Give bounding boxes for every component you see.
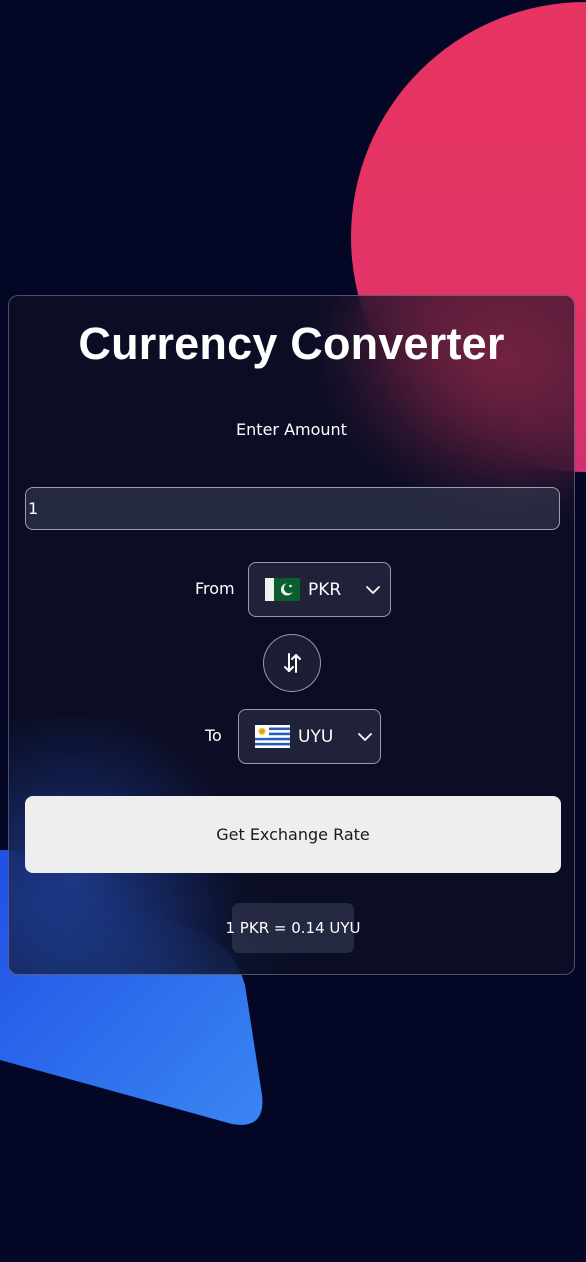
uruguay-flag-icon bbox=[255, 725, 290, 748]
swap-arrows-icon bbox=[284, 653, 301, 673]
exchange-rate-result: 1 PKR = 0.14 UYU bbox=[226, 903, 361, 953]
page-title: Currency Converter bbox=[78, 318, 505, 369]
from-currency-code: PKR bbox=[308, 579, 342, 600]
chevron-down-icon bbox=[366, 585, 381, 594]
get-exchange-rate-button[interactable]: Get Exchange Rate bbox=[25, 796, 561, 873]
chevron-down-icon bbox=[358, 732, 373, 741]
to-currency-code: UYU bbox=[298, 726, 334, 747]
to-currency-select[interactable]: UYU bbox=[238, 709, 381, 764]
app-screen: Currency Converter Enter Amount From PKR bbox=[0, 0, 586, 1262]
amount-label: Enter Amount bbox=[236, 420, 347, 439]
to-label: To bbox=[205, 726, 222, 745]
from-label: From bbox=[195, 579, 235, 598]
amount-input[interactable] bbox=[25, 487, 560, 530]
converter-card: Currency Converter Enter Amount From PKR bbox=[8, 295, 575, 975]
from-currency-select[interactable]: PKR bbox=[248, 562, 391, 617]
swap-currencies-button[interactable] bbox=[263, 634, 321, 692]
pakistan-flag-icon bbox=[265, 578, 300, 601]
